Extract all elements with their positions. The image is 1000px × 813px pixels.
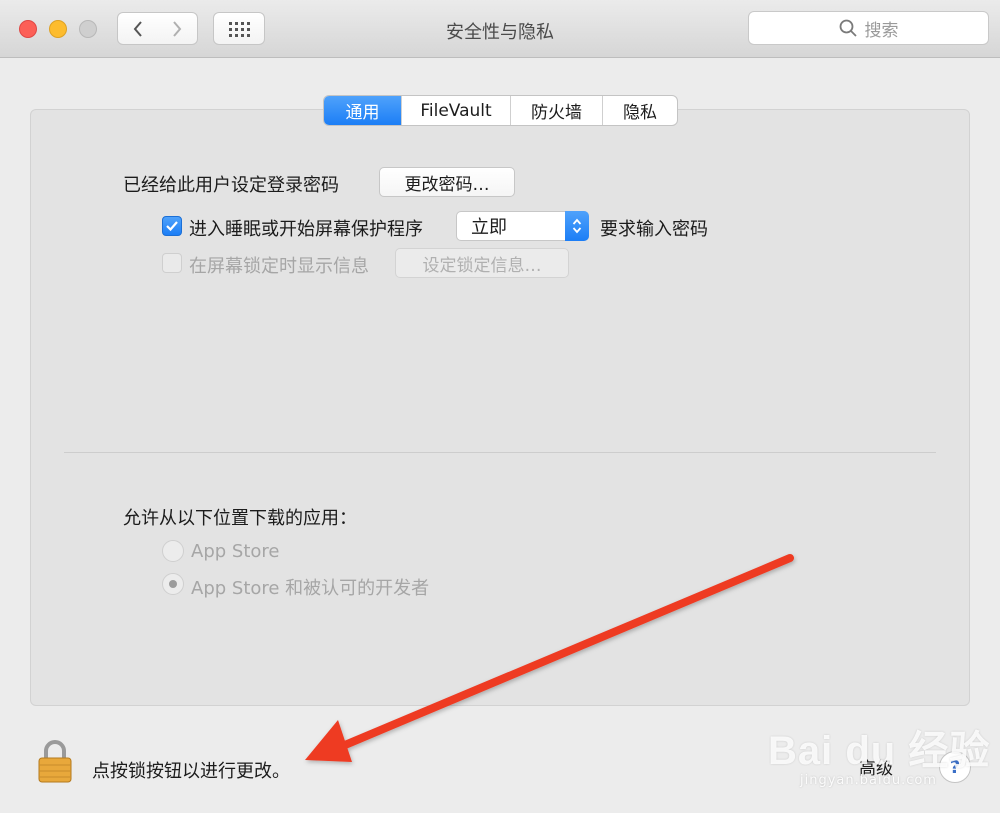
tab-filevault[interactable]: FileVault [401,96,510,125]
radio-selected-dot [169,580,177,588]
require-password-suffix: 要求输入密码 [600,219,708,240]
sleep-password-checkbox[interactable] [162,216,182,236]
downloads-label: 允许从以下位置下载的应用： [123,508,357,529]
radio-app-store-identified[interactable] [162,573,184,595]
select-value: 立即 [471,217,507,238]
search-icon [839,19,857,37]
tab-general[interactable]: 通用 [324,96,401,125]
content-panel [30,109,970,706]
tab-firewall[interactable]: 防火墙 [510,96,602,125]
show-lock-message-checkbox[interactable] [162,253,182,273]
set-lock-message-button[interactable]: 设定锁定信息… [395,248,569,278]
baidu-watermark-url: jingyan.baidu.com [800,773,937,788]
section-divider [64,452,936,453]
lock-message-checkbox-label: 在屏幕锁定时显示信息 [189,256,369,277]
baidu-watermark-logo: Bai du 经验 [768,729,991,773]
lock-icon[interactable] [37,739,73,783]
search-field[interactable]: 搜索 [748,11,989,45]
title-bar: 安全性与隐私 搜索 [0,0,1000,58]
change-password-button[interactable]: 更改密码… [379,167,515,197]
radio-app-store[interactable] [162,540,184,562]
security-privacy-window: 安全性与隐私 搜索 通用 FileVault 防火墙 隐私 已经给此用户设定登录… [0,0,1000,813]
checkmark-icon [166,221,178,232]
radio-app-store-identified-label: App Store 和被认可的开发者 [191,578,430,599]
login-password-label: 已经给此用户设定登录密码 [123,175,339,196]
tab-privacy[interactable]: 隐私 [602,96,677,125]
select-arrows-icon [565,211,589,241]
lock-message: 点按锁按钮以进行更改。 [92,761,290,782]
require-password-select[interactable]: 立即 [456,211,589,241]
radio-app-store-label: App Store [191,541,280,562]
tab-bar: 通用 FileVault 防火墙 隐私 [323,95,678,126]
search-placeholder: 搜索 [864,20,899,41]
sleep-checkbox-label: 进入睡眠或开始屏幕保护程序 [189,219,423,240]
